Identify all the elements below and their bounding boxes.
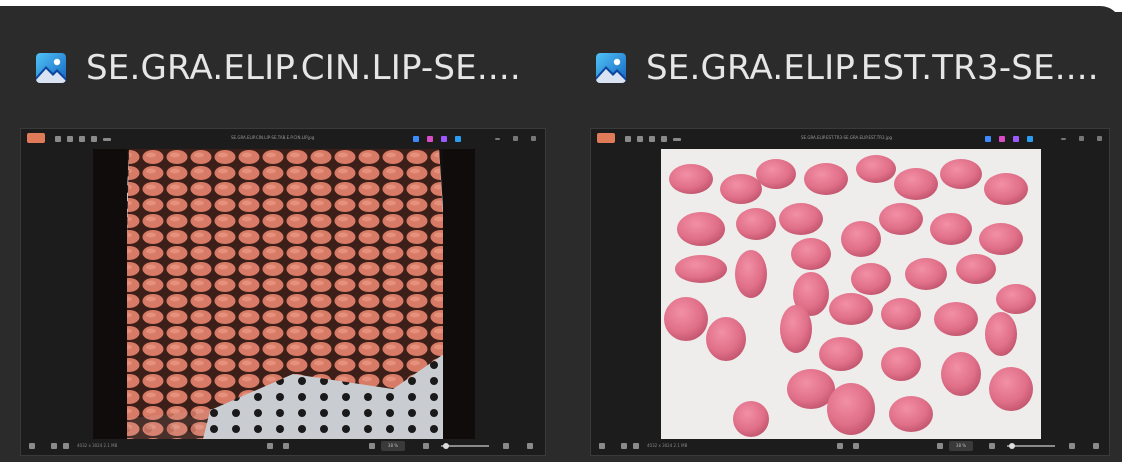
window-preview-header: SE.GRA.ELIP.CIN.LIP-SE.... [36,38,521,98]
compare-icon [369,443,375,449]
thumbnail-window-title: SE.GRA.ELIP.EST.TR3-SE.GRA.ELIP.EST.TR3.… [801,135,893,140]
photos-app-icon [596,53,626,83]
compare-icon [937,443,943,449]
info-icon [633,443,639,449]
zoom-slider-knob [1009,443,1015,449]
fit-icon [837,443,843,449]
orange-tablets-photo [93,149,475,439]
fullscreen-icon [283,443,289,449]
filmstrip-icon [29,443,35,449]
image-info-text: 4032 x 3024 2.1 MB [77,443,118,448]
zoom-in-icon [503,443,509,449]
heart-icon [51,443,57,449]
info-icon [63,443,69,449]
photos-app-icon [36,53,66,83]
edit-button [27,133,45,143]
window-preview-card-1[interactable]: SE.GRA.ELIP.CIN.LIP-SE.... SE.GRA.ELIP.C… [20,38,560,458]
photo-preview [93,149,475,439]
filmstrip-icon [599,443,605,449]
zoom-level: 38 % [381,441,405,451]
effects-icon [1013,136,1019,142]
zoom-slider-knob [443,443,449,449]
thumbnail-statusbar: 4032 x 3024 2.1 MB 38 % [21,437,545,455]
zoom-out-icon [423,443,429,449]
draw-icon [427,136,433,142]
zoom-out-icon [989,443,995,449]
pink-tablets-photo [661,149,1041,439]
expand-icon [527,443,533,449]
thumbnail-toolbar: SE.GRA.ELIP.EST.TR3-SE.GRA.ELIP.EST.TR3.… [591,129,1109,149]
window-title: SE.GRA.ELIP.EST.TR3-SE.... [646,48,1099,88]
heart-icon [621,443,627,449]
photo-preview [661,149,1041,439]
delete-icon [67,136,73,142]
fullscreen-icon [853,443,859,449]
close-icon [531,136,536,141]
share-icon [413,136,419,142]
screen-edge-right [1122,0,1136,462]
fit-icon [267,443,273,449]
rotate-icon [625,136,631,142]
zoom-level: 38 % [949,441,973,451]
minimize-icon [1061,138,1066,140]
thumbnail-toolbar: SE.GRA.ELIP.CIN.LIP-SE.TAB.E.P.CIN.LIP.j… [21,129,545,149]
minimize-icon [495,138,500,140]
close-icon [1097,136,1102,141]
thumbnail-statusbar: 4032 x 3024 2.1 MB 38 % [591,437,1109,455]
share-icon [985,136,991,142]
edit-button [597,133,615,143]
taskbar-preview-panel [0,6,1122,36]
delete-icon [637,136,643,142]
image-info-text: 4032 x 3024 2.1 MB [647,443,688,448]
window-thumbnail[interactable]: SE.GRA.ELIP.CIN.LIP-SE.TAB.E.P.CIN.LIP.j… [20,128,546,456]
draw-icon [999,136,1005,142]
onedrive-icon [1027,136,1033,142]
maximize-icon [513,136,518,141]
onedrive-icon [455,136,461,142]
window-thumbnail[interactable]: SE.GRA.ELIP.EST.TR3-SE.GRA.ELIP.EST.TR3.… [590,128,1110,456]
favorite-icon [79,136,85,142]
print-icon [91,136,97,142]
expand-icon [1093,443,1099,449]
window-preview-header: SE.GRA.ELIP.EST.TR3-SE.... [596,38,1099,98]
window-title: SE.GRA.ELIP.CIN.LIP-SE.... [86,48,521,88]
effects-icon [441,136,447,142]
maximize-icon [1079,136,1084,141]
more-icon [103,138,111,141]
print-icon [661,136,667,142]
favorite-icon [649,136,655,142]
rotate-icon [55,136,61,142]
zoom-in-icon [1069,443,1075,449]
window-preview-card-2[interactable]: SE.GRA.ELIP.EST.TR3-SE.... SE.GRA.ELIP.E… [590,38,1122,458]
thumbnail-window-title: SE.GRA.ELIP.CIN.LIP-SE.TAB.E.P.CIN.LIP.j… [231,135,315,140]
more-icon [673,138,681,141]
